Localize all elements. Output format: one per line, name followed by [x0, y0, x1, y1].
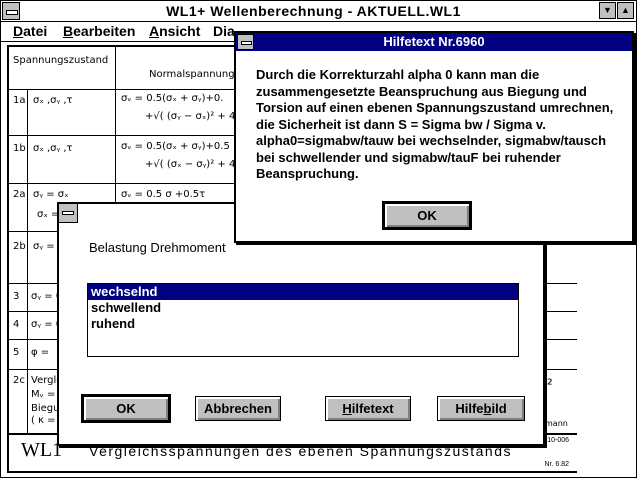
help-ok-button[interactable]: OK	[382, 201, 472, 230]
menu-bearbeiten[interactable]: Bearbeiten	[63, 23, 135, 39]
row-params: σᵧ =	[33, 241, 55, 252]
system-menu-icon[interactable]	[2, 2, 20, 20]
row-params: ( κ =	[31, 415, 56, 426]
list-item[interactable]: schwellend	[88, 300, 518, 316]
header-spannungszustand: Spannungszustand	[13, 55, 109, 66]
window-title: WL1+ Wellenberechnung - AKTUELL.WL1	[166, 3, 461, 19]
maximize-icon[interactable]: ▲	[617, 2, 634, 19]
row-id: 3	[13, 291, 20, 302]
main-window: WL1+ Wellenberechnung - AKTUELL.WL1 ▼ ▲ …	[0, 0, 637, 478]
list-item[interactable]: ruhend	[88, 316, 518, 332]
help-text-button[interactable]: Hilfetext	[325, 396, 411, 421]
right-mark: ²	[547, 377, 553, 393]
row-id: 2b	[13, 241, 26, 252]
header-normalspannung: Normalspannung	[149, 69, 235, 80]
row-params: φ =	[31, 347, 50, 358]
help-dialog-title[interactable]: Hilfetext Nr.6960	[236, 33, 632, 51]
list-item[interactable]: wechselnd	[88, 284, 518, 300]
right-word: mann	[545, 419, 568, 428]
row-id: 1a	[13, 95, 26, 106]
window-control-icon[interactable]: ▼	[599, 2, 616, 19]
footer-logo: WL1	[21, 439, 63, 461]
row-id: 5	[13, 347, 20, 358]
row-formula: σᵥ = 0.5 σ +0.5τ	[121, 189, 206, 200]
cancel-button[interactable]: Abbrechen	[195, 396, 281, 421]
row-id: 2c	[13, 375, 25, 386]
footer-code: Nr. 6.82	[544, 461, 569, 468]
dialog-system-menu-icon[interactable]	[237, 34, 254, 50]
row-formula: +√( (σₓ − σᵧ)² + 4(	[145, 159, 240, 170]
help-image-button[interactable]: Hilfebild	[437, 396, 525, 421]
menu-ansicht[interactable]: Ansicht	[149, 23, 200, 39]
title-bar[interactable]: WL1+ Wellenberechnung - AKTUELL.WL1 ▼ ▲	[1, 1, 636, 22]
row-params: Mᵥ =	[31, 389, 56, 400]
dialog-label: Belastung Drehmoment	[89, 240, 226, 255]
row-formula: +√( (σᵧ − σₓ)² + 4	[145, 111, 236, 122]
load-listbox[interactable]: wechselnd schwellend ruhend	[87, 283, 519, 357]
help-text: Durch die Korrekturzahl alpha 0 kann man…	[256, 67, 614, 181]
row-formula: σᵥ = 0.5(σₓ + σᵧ)+0.5	[121, 141, 230, 152]
row-params: σₓ ,σᵧ ,τ	[33, 95, 73, 106]
dialog-system-menu-icon[interactable]	[59, 204, 78, 223]
row-id: 2a	[13, 189, 26, 200]
ok-button[interactable]: OK	[81, 394, 171, 423]
menu-datei[interactable]: Datei	[13, 23, 47, 39]
row-params: σᵧ = σₓ	[33, 189, 69, 200]
menu-dia[interactable]: Dia	[213, 23, 235, 39]
row-params: σₓ ,σᵧ ,τ	[33, 143, 73, 154]
help-dialog: Hilfetext Nr.6960 Durch die Korrekturzah…	[234, 31, 634, 243]
row-params: Biegu	[31, 403, 60, 414]
footer-code: 10-006	[547, 437, 569, 444]
row-id: 4	[13, 319, 20, 330]
row-id: 1b	[13, 143, 26, 154]
row-formula: σᵥ = 0.5(σₓ + σᵧ)+0.	[121, 93, 224, 104]
row-params: σₓ =	[37, 209, 60, 220]
